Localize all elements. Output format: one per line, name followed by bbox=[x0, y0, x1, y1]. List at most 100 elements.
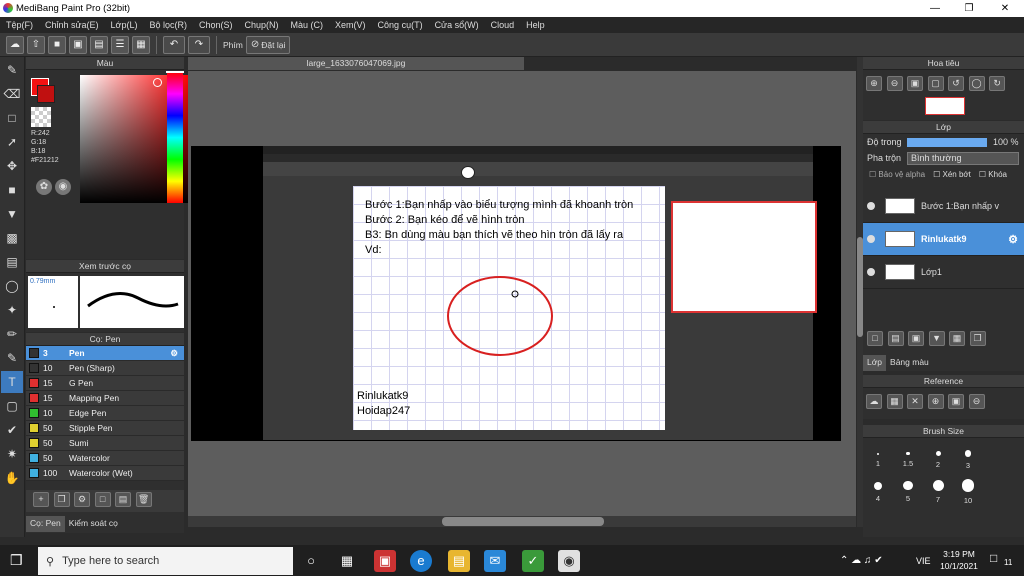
list-icon[interactable]: ☰ bbox=[111, 35, 129, 54]
palette-icon[interactable]: ✿ bbox=[36, 179, 52, 195]
gradient-tool-icon[interactable]: ▩ bbox=[1, 227, 23, 249]
magic-wand-tool-icon[interactable]: ✦ bbox=[1, 299, 23, 321]
menu-file[interactable]: Tệp(F) bbox=[0, 20, 39, 30]
horizontal-scroll-thumb[interactable] bbox=[442, 517, 604, 526]
brush-item[interactable]: 15 Mapping Pen bbox=[26, 391, 184, 406]
menu-cloud[interactable]: Cloud bbox=[485, 20, 521, 30]
visibility-icon[interactable] bbox=[867, 235, 875, 243]
notification-icon[interactable]: □ bbox=[990, 551, 997, 565]
redo-icon[interactable]: ↷ bbox=[188, 35, 210, 54]
open-folder-icon[interactable]: ▦ bbox=[886, 394, 903, 409]
navigator-thumbnail[interactable] bbox=[925, 97, 965, 115]
duplicate-icon[interactable]: ▤ bbox=[115, 492, 132, 507]
horizontal-scrollbar[interactable] bbox=[188, 516, 856, 527]
transparent-swatch[interactable] bbox=[31, 107, 51, 127]
layer-row[interactable]: Rinlukatk9 ⚙ bbox=[863, 223, 1024, 256]
lock-checkbox[interactable]: ☐ Khóa bbox=[979, 170, 1007, 179]
taskbar-search[interactable]: ⚲ Type here to search bbox=[38, 547, 293, 575]
brush-item[interactable]: 10 Pen (Sharp) bbox=[26, 361, 184, 376]
menu-help[interactable]: Help bbox=[520, 20, 551, 30]
visibility-icon[interactable] bbox=[867, 268, 875, 276]
blend-select[interactable]: Bình thường bbox=[907, 151, 1019, 165]
ref-fit-icon[interactable]: ▣ bbox=[948, 394, 965, 409]
layer-row[interactable]: Bước 1:Bạn nhấp v bbox=[863, 190, 1024, 223]
delete-brush-icon[interactable]: 🗑 bbox=[135, 492, 152, 507]
brush-tool-icon[interactable]: ✎ bbox=[1, 59, 23, 81]
brush-item[interactable]: 50 Stipple Pen bbox=[26, 421, 184, 436]
rotate-right-icon[interactable]: ↻ bbox=[989, 76, 1006, 91]
tab-brush[interactable]: Cọ: Pen bbox=[26, 516, 65, 532]
cortana-icon[interactable]: ○ bbox=[300, 550, 322, 572]
close-button[interactable]: ✕ bbox=[988, 0, 1022, 17]
maximize-button[interactable]: ❐ bbox=[952, 0, 986, 17]
brush-size-option[interactable]: 5 bbox=[893, 476, 923, 508]
reset-button[interactable]: ⊘ Đặt lại bbox=[245, 35, 291, 54]
menu-tools[interactable]: Công cụ(T) bbox=[372, 20, 429, 30]
gear-icon[interactable]: ⚙ bbox=[1008, 233, 1018, 246]
move-tool-icon[interactable]: ✥ bbox=[1, 155, 23, 177]
close-reference-icon[interactable]: ✕ bbox=[907, 394, 924, 409]
brush-size-option[interactable]: 2 bbox=[923, 444, 953, 476]
brush-item[interactable]: 100 Watercolor (Wet) bbox=[26, 466, 184, 481]
zoom-out-icon[interactable]: ⊖ bbox=[886, 76, 903, 91]
actual-size-icon[interactable]: ▢ bbox=[927, 76, 944, 91]
duplicate-layer-icon[interactable]: ❐ bbox=[969, 331, 986, 346]
eyedropper-tool-icon[interactable]: ✔ bbox=[1, 419, 23, 441]
select-tool-icon[interactable]: ▤ bbox=[1, 251, 23, 273]
menu-color[interactable]: Màu (C) bbox=[285, 20, 330, 30]
folder-icon[interactable]: □ bbox=[94, 492, 111, 507]
new-8bit-layer-icon[interactable]: ▣ bbox=[908, 331, 925, 346]
share-icon[interactable]: ⇧ bbox=[27, 35, 45, 54]
document-tab[interactable]: large_1633076047069.jpg bbox=[188, 57, 524, 70]
brush-item[interactable]: 50 Sumi bbox=[26, 436, 184, 451]
menu-view[interactable]: Xem(V) bbox=[329, 20, 372, 30]
gear-icon[interactable]: ⚙ bbox=[170, 348, 178, 359]
fill-rect-tool-icon[interactable]: ■ bbox=[1, 179, 23, 201]
layer-row[interactable]: Lớp1 bbox=[863, 256, 1024, 289]
brush-size-option[interactable]: 1 bbox=[863, 444, 893, 476]
new-layer-icon[interactable]: □ bbox=[867, 331, 883, 346]
windows-start-icon[interactable]: ❒ bbox=[10, 552, 23, 569]
grid-icon[interactable]: ▦ bbox=[132, 35, 150, 54]
system-tray-icons[interactable]: ⌃ ☁ ♫ ✔ bbox=[840, 555, 883, 566]
comment-icon[interactable]: ■ bbox=[48, 35, 66, 54]
hue-slider[interactable] bbox=[167, 72, 183, 203]
menu-snap[interactable]: Chụp(N) bbox=[239, 20, 285, 30]
menu-layer[interactable]: Lớp(L) bbox=[105, 20, 144, 30]
clipping-checkbox[interactable]: ☐ Xén bớt bbox=[933, 170, 971, 179]
zoom-in-icon[interactable]: ⊕ bbox=[866, 76, 882, 91]
ref-zoom-out-icon[interactable]: ⊖ bbox=[968, 394, 985, 409]
rotate-left-icon[interactable]: ↺ bbox=[948, 76, 965, 91]
layer-folder-icon[interactable]: ▦ bbox=[949, 331, 966, 346]
bucket-tool-icon[interactable]: ▼ bbox=[1, 203, 23, 225]
brush-item[interactable]: 50 Watercolor bbox=[26, 451, 184, 466]
copy-brush-icon[interactable]: ❐ bbox=[53, 492, 70, 507]
reset-rotate-icon[interactable]: ◯ bbox=[968, 76, 985, 91]
cloud-icon[interactable]: ☁ bbox=[6, 35, 24, 54]
brush-item[interactable]: 10 Edge Pen bbox=[26, 406, 184, 421]
chat-icon[interactable]: ▣ bbox=[69, 35, 87, 54]
brush-size-option[interactable]: 1.5 bbox=[893, 444, 923, 476]
eraser-tool-icon[interactable]: ⌫ bbox=[1, 83, 23, 105]
fit-screen-icon[interactable]: ▣ bbox=[907, 76, 924, 91]
brush-size-option[interactable]: 10 bbox=[953, 476, 983, 508]
line-tool-icon[interactable]: ➚ bbox=[1, 131, 23, 153]
gift-icon[interactable]: ▣ bbox=[374, 550, 396, 572]
hand-tool-icon[interactable]: ✋ bbox=[1, 467, 23, 489]
minimize-button[interactable]: — bbox=[918, 0, 952, 17]
cloud-upload-icon[interactable]: ☁ bbox=[866, 394, 882, 409]
menu-edit[interactable]: Chỉnh sửa(E) bbox=[39, 20, 105, 30]
rectangle-tool-icon[interactable]: □ bbox=[1, 107, 23, 129]
new-halftone-layer-icon[interactable]: ▤ bbox=[887, 331, 904, 346]
menu-filter[interactable]: Bộ lọc(R) bbox=[143, 20, 193, 30]
language-indicator[interactable]: VIE bbox=[916, 556, 931, 566]
tab-layer[interactable]: Lớp bbox=[863, 355, 887, 371]
brush-size-option[interactable]: 7 bbox=[923, 476, 953, 508]
brush-item[interactable]: 15 G Pen bbox=[26, 376, 184, 391]
divide-tool-icon[interactable]: ▢ bbox=[1, 395, 23, 417]
edge-icon[interactable]: e bbox=[410, 550, 432, 572]
brush-item[interactable]: 3 Pen ⚙ bbox=[26, 346, 184, 361]
brush-settings-icon[interactable]: ⚙ bbox=[74, 492, 91, 507]
visibility-icon[interactable] bbox=[867, 202, 875, 210]
clock[interactable]: 3:19 PM 10/1/2021 bbox=[940, 548, 978, 572]
